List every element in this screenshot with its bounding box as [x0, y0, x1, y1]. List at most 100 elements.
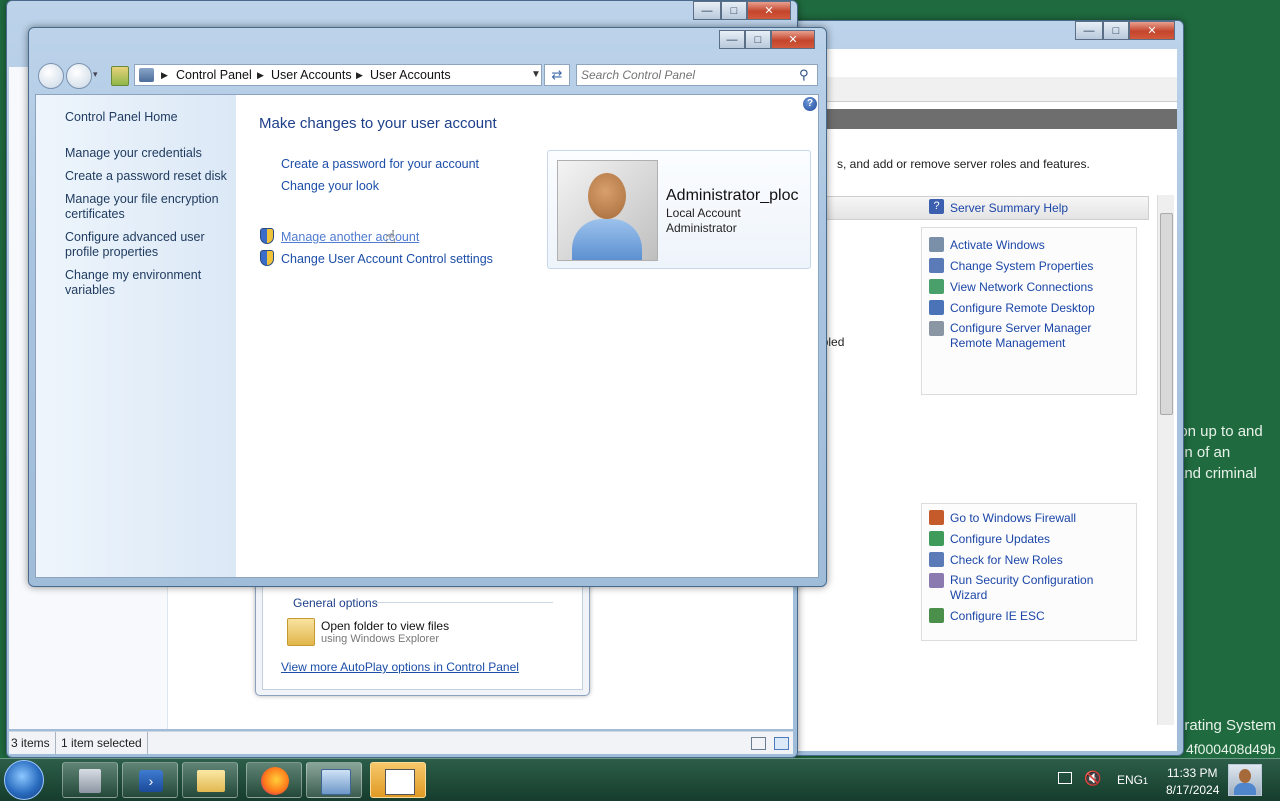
- breadcrumb-user-accounts-current[interactable]: User Accounts: [370, 68, 451, 82]
- help-icon: ?: [929, 199, 944, 214]
- explorer-minimize-button[interactable]: —: [693, 1, 721, 20]
- language-indicator[interactable]: ENG1: [1117, 773, 1148, 787]
- search-icon[interactable]: ⚲: [799, 67, 809, 83]
- window-icon: [385, 769, 415, 795]
- autoplay-section-divider: [375, 602, 553, 603]
- ie-esc-icon: [929, 608, 944, 623]
- control-panel-client: Control Panel Home Manage your credentia…: [35, 94, 819, 578]
- powershell-taskbar-button[interactable]: ›: [122, 762, 178, 798]
- network-icon: [929, 279, 944, 294]
- help-button[interactable]: ?: [803, 97, 817, 111]
- maximize-button[interactable]: □: [745, 30, 771, 49]
- details-view-icon[interactable]: [751, 737, 766, 750]
- desktop-watermark-2: 4f000408d49b: [1186, 741, 1276, 757]
- account-name: Administrator_ploc: [666, 187, 799, 204]
- manage-credentials-link[interactable]: Manage your credentials: [65, 146, 202, 161]
- desktop-text-3: and criminal: [1176, 465, 1257, 482]
- hand-cursor-icon: ☝: [385, 227, 396, 247]
- address-bar[interactable]: ▶ Control Panel ▶ User Accounts ▶ User A…: [134, 64, 542, 86]
- server-manager-minimize-button[interactable]: —: [1075, 21, 1103, 40]
- action-center-icon[interactable]: [1058, 772, 1072, 784]
- server-summary-help-link[interactable]: Server Summary Help: [950, 201, 1068, 215]
- control-panel-taskbar-button[interactable]: [306, 762, 362, 798]
- left-navigation-pane: Control Panel Home Manage your credentia…: [36, 95, 236, 577]
- autoplay-section-title: General options: [293, 596, 378, 610]
- run-security-configuration-link-line2[interactable]: Wizard: [950, 588, 987, 602]
- autoplay-taskbar-button[interactable]: [370, 762, 426, 798]
- control-panel-home-link[interactable]: Control Panel Home: [65, 110, 178, 125]
- open-folder-option-sub: using Windows Explorer: [321, 633, 439, 645]
- change-uac-settings-link[interactable]: Change User Account Control settings: [281, 252, 493, 267]
- volume-muted-icon[interactable]: 🔇: [1084, 770, 1101, 787]
- forward-button[interactable]: [66, 63, 92, 89]
- environment-variables-link[interactable]: Change my environment: [65, 268, 201, 283]
- desktop-watermark-1: erating System: [1176, 717, 1277, 734]
- uac-shield-icon: [260, 250, 274, 266]
- advanced-profile-link[interactable]: Configure advanced user: [65, 230, 205, 245]
- configure-remote-desktop-link[interactable]: Configure Remote Desktop: [950, 301, 1095, 315]
- manage-another-account-link[interactable]: Manage another account: [281, 230, 419, 245]
- roles-icon: [929, 552, 944, 567]
- back-button[interactable]: [38, 63, 64, 89]
- server-manager-maximize-button[interactable]: □: [1103, 21, 1129, 40]
- breadcrumb-control-panel[interactable]: Control Panel: [176, 68, 252, 82]
- avatar-shoulders: [572, 219, 642, 260]
- go-to-windows-firewall-link[interactable]: Go to Windows Firewall: [950, 511, 1076, 525]
- breadcrumb-separator-icon[interactable]: ▶: [161, 70, 168, 81]
- breadcrumb-separator-icon[interactable]: ▶: [257, 70, 264, 81]
- refresh-icon[interactable]: ⇄: [544, 64, 570, 86]
- account-card: Administrator_ploc Local Account Adminis…: [547, 150, 811, 269]
- user-avatar-icon[interactable]: [1228, 764, 1262, 796]
- clock-time[interactable]: 11:33 PM: [1167, 766, 1217, 780]
- run-security-configuration-link[interactable]: Run Security Configuration: [950, 573, 1093, 587]
- open-folder-option[interactable]: Open folder to view files: [321, 619, 449, 633]
- explorer-close-button[interactable]: ✕: [747, 1, 791, 20]
- configure-ie-esc-link[interactable]: Configure IE ESC: [950, 609, 1045, 623]
- search-box[interactable]: ⚲: [576, 64, 818, 86]
- control-panel-window: — □ ✕ ▾ ▶ Control Panel ▶ User Accounts …: [28, 27, 827, 587]
- firefox-icon: [261, 767, 289, 795]
- page-title: Make changes to your user account: [259, 115, 497, 132]
- create-password-link[interactable]: Create a password for your account: [281, 157, 479, 172]
- clock-date[interactable]: 8/17/2024: [1166, 783, 1219, 797]
- explorer-maximize-button[interactable]: □: [721, 1, 747, 20]
- password-reset-disk-link[interactable]: Create a password reset disk: [65, 169, 227, 184]
- start-button[interactable]: [4, 760, 44, 800]
- up-folder-icon[interactable]: [111, 66, 129, 86]
- firefox-taskbar-button[interactable]: [246, 762, 302, 798]
- view-network-connections-link[interactable]: View Network Connections: [950, 280, 1093, 294]
- breadcrumb-user-accounts[interactable]: User Accounts: [271, 68, 352, 82]
- configure-server-manager-link-line2[interactable]: Remote Management: [950, 336, 1065, 350]
- change-system-properties-link[interactable]: Change System Properties: [950, 259, 1093, 273]
- activate-windows-link[interactable]: Activate Windows: [950, 238, 1045, 252]
- address-dropdown-chevron-icon[interactable]: ▼: [531, 69, 541, 80]
- status-selected-count: 1 item selected: [61, 736, 142, 750]
- status-divider: [55, 732, 56, 754]
- environment-variables-link-line2[interactable]: variables: [65, 283, 115, 298]
- desktop-text-2: on of an: [1176, 444, 1231, 461]
- close-button[interactable]: ✕: [771, 30, 815, 49]
- configure-server-manager-link[interactable]: Configure Server Manager: [950, 321, 1091, 335]
- preview-view-icon[interactable]: [774, 737, 789, 750]
- search-input[interactable]: [581, 67, 791, 83]
- change-your-look-link[interactable]: Change your look: [281, 179, 379, 194]
- more-autoplay-options-link[interactable]: View more AutoPlay options in Control Pa…: [281, 660, 519, 674]
- computer-icon: [929, 258, 944, 273]
- advanced-profile-link-line2[interactable]: profile properties: [65, 245, 158, 260]
- file-encryption-link[interactable]: Manage your file encryption: [65, 192, 219, 207]
- security-wizard-icon: [929, 573, 944, 588]
- server-manager-scroll-thumb[interactable]: [1160, 213, 1173, 415]
- configure-updates-link[interactable]: Configure Updates: [950, 532, 1050, 546]
- status-item-count: 3 items: [11, 736, 50, 750]
- server-manager-scrollbar[interactable]: [1157, 195, 1174, 725]
- server-manager-taskbar-button[interactable]: [62, 762, 118, 798]
- check-for-new-roles-link[interactable]: Check for New Roles: [950, 553, 1063, 567]
- recent-pages-chevron-icon[interactable]: ▾: [93, 69, 98, 80]
- avatar-head: [588, 173, 626, 219]
- server-manager-close-button[interactable]: ✕: [1129, 21, 1175, 40]
- desktop-text-1: ion up to and: [1176, 423, 1263, 440]
- breadcrumb-separator-icon[interactable]: ▶: [356, 70, 363, 81]
- minimize-button[interactable]: —: [719, 30, 745, 49]
- file-encryption-link-line2[interactable]: certificates: [65, 207, 125, 222]
- explorer-taskbar-button[interactable]: [182, 762, 238, 798]
